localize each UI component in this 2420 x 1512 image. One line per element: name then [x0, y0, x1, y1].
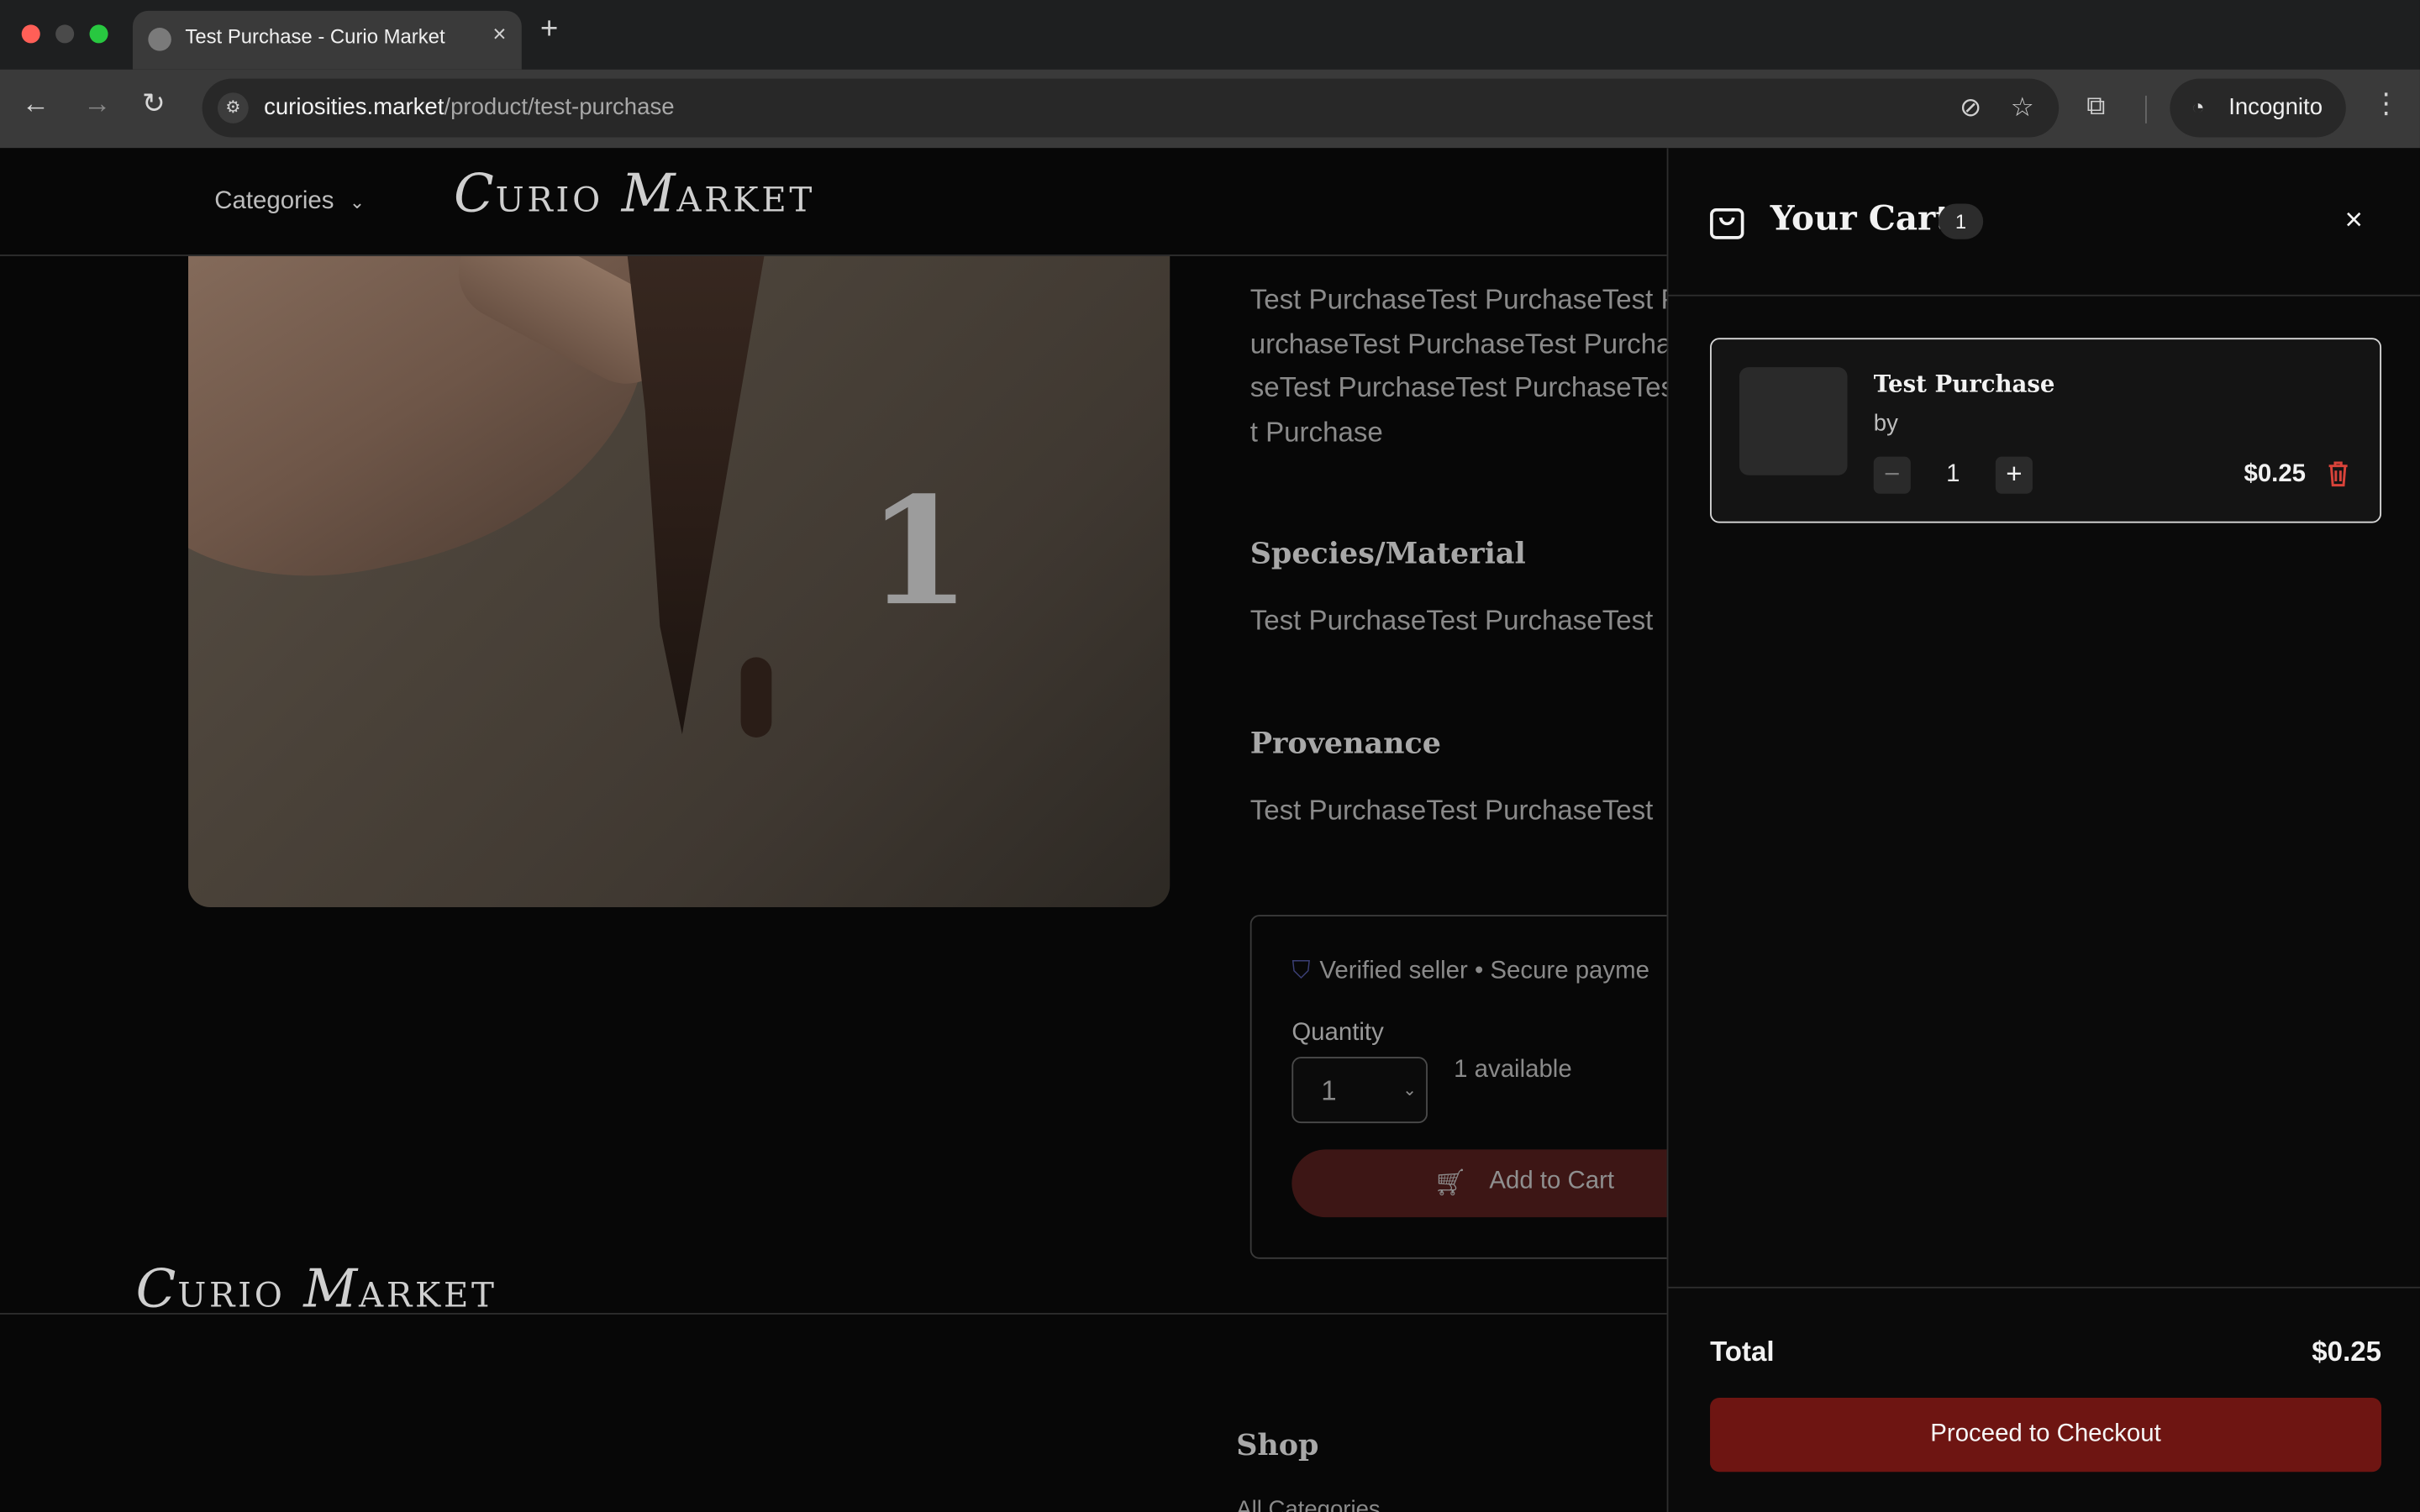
cart-item-price: $0.25 — [2244, 461, 2307, 488]
cart-item: Test Purchase by − 1 + $0.25 — [1710, 338, 2382, 523]
close-icon[interactable]: × — [2345, 203, 2363, 239]
specimen-foot-shape — [740, 657, 772, 738]
increase-quantity-button[interactable]: + — [1995, 456, 2033, 494]
cart-drawer: Your Cart 1 × Test Purchase by − 1 + $0.… — [1666, 148, 2420, 1512]
logo-initial-c: C — [453, 163, 496, 226]
tab-title: Test Purchase - Curio Market — [185, 24, 445, 48]
trash-icon[interactable] — [2328, 459, 2349, 487]
hand-shape — [188, 194, 687, 618]
footer-logo[interactable]: CURIO MARKET — [136, 1259, 497, 1320]
footer-logo-initial-c: C — [135, 1258, 178, 1321]
tab-search-icon[interactable]: ⧉ — [2086, 91, 2105, 122]
window-close-button[interactable] — [21, 24, 40, 44]
verified-text: Verified seller • Secure payme — [1319, 958, 1649, 984]
reload-icon[interactable]: ↻ — [142, 88, 166, 121]
shield-icon: ⛉ — [1292, 958, 1311, 984]
chevron-down-icon: ⌄ — [349, 191, 366, 213]
provenance-title: Provenance — [1249, 727, 1441, 761]
forward-arrow-icon[interactable]: → — [83, 88, 111, 121]
provenance-text: Test PurchaseTest PurchaseTest — [1249, 794, 1654, 826]
categories-menu[interactable]: Categories ⌄ — [214, 188, 365, 216]
browser-tab[interactable]: Test Purchase - Curio Market × — [132, 10, 522, 70]
available-count: 1 available — [1454, 1057, 1572, 1084]
footer-logo-initial-m: M — [303, 1258, 360, 1321]
cart-item-thumbnail — [1739, 367, 1848, 475]
purchase-box: ⛉ Verified seller • Secure payme Quantity… — [1249, 915, 1669, 1259]
add-to-cart-label: Add to Cart — [1489, 1168, 1615, 1194]
species-title: Species/Material — [1249, 537, 1526, 571]
new-tab-button[interactable]: + — [540, 13, 558, 48]
site-logo[interactable]: CURIO MARKET — [454, 164, 815, 225]
url-host: curiosities.market — [264, 94, 445, 121]
incognito-badge[interactable]: ◔ Incognito — [2170, 78, 2346, 138]
proceed-to-checkout-button[interactable]: Proceed to Checkout — [1710, 1398, 2382, 1473]
eye-off-icon[interactable]: ⊘ — [1960, 92, 1981, 123]
screen: Test Purchase - Curio Market × + ← → ↻ ⚙… — [0, 0, 2420, 1512]
quantity-select[interactable]: 1 ⌄ — [1292, 1057, 1428, 1124]
site-settings-icon[interactable]: ⚙ — [217, 92, 249, 123]
incognito-icon: ◔ — [2191, 94, 2205, 119]
window-zoom-button[interactable] — [89, 24, 108, 44]
browser-toolbar: ← → ↻ ⚙ curiosities.market/product/test-… — [0, 69, 2420, 149]
decrease-quantity-button[interactable]: − — [1873, 456, 1911, 494]
footer-logo-text-urio: URIO — [177, 1277, 286, 1316]
cart-header: Your Cart 1 × — [1668, 148, 2420, 297]
product-description: Test PurchaseTest PurchaseTest PurchaseT… — [1249, 283, 1669, 447]
chevron-down-icon: ⌄ — [1402, 1081, 1418, 1100]
toolbar-divider — [2145, 95, 2147, 123]
product-image[interactable]: 1 — [188, 194, 1171, 907]
logo-text-urio: URIO — [495, 181, 603, 221]
species-text: Test PurchaseTest PurchaseTest — [1249, 604, 1654, 636]
bookmark-star-icon[interactable]: ☆ — [2011, 92, 2034, 123]
categories-label: Categories — [214, 188, 334, 215]
total-label: Total — [1710, 1336, 1775, 1368]
logo-text-arket: ARKET — [676, 181, 816, 221]
quantity-label: Quantity — [1292, 1020, 1384, 1047]
cart-count-badge: 1 — [1938, 203, 1984, 239]
window-minimize-button[interactable] — [55, 24, 75, 44]
url-path: /product/test-purchase — [444, 94, 675, 121]
total-value: $0.25 — [2312, 1336, 2382, 1368]
cart-icon: 🛒︎ — [1434, 1168, 1467, 1198]
globe-icon — [148, 28, 171, 51]
image-number-label: 1 — [867, 464, 971, 639]
quantity-value: 1 — [1321, 1075, 1337, 1106]
cart-footer: Total $0.25 Proceed to Checkout — [1668, 1286, 2420, 1512]
cart-item-quantity: 1 — [1946, 461, 1960, 488]
tab-close-icon[interactable]: × — [492, 22, 506, 48]
cart-item-name: Test Purchase — [1873, 370, 2055, 398]
cart-item-seller: by — [1873, 410, 1898, 437]
address-bar[interactable]: ⚙ curiosities.market/product/test-purcha… — [202, 78, 2060, 138]
verified-seller-note: ⛉ Verified seller • Secure payme — [1292, 958, 1649, 986]
footer-shop-link[interactable]: All Categories — [1236, 1497, 1381, 1512]
browser-menu-icon[interactable]: ⋮ — [2372, 88, 2400, 121]
footer-shop-title: Shop — [1236, 1428, 1319, 1463]
browser-tab-bar: Test Purchase - Curio Market × + — [0, 0, 2420, 70]
logo-initial-m: M — [621, 163, 677, 226]
incognito-label: Incognito — [2228, 94, 2323, 121]
shopping-bag-icon — [1710, 207, 1744, 239]
cart-title: Your Cart — [1770, 198, 1952, 239]
back-arrow-icon[interactable]: ← — [22, 88, 50, 121]
url-text[interactable]: curiosities.market/product/test-purchase — [264, 94, 674, 120]
site-header: Categories ⌄ CURIO MARKET — [0, 148, 1669, 256]
footer-logo-text-arket: ARKET — [359, 1277, 497, 1316]
add-to-cart-button[interactable]: 🛒︎ Add to Cart — [1292, 1149, 1669, 1218]
product-page: Categories ⌄ CURIO MARKET 1 Test Purchase… — [0, 148, 1669, 1512]
